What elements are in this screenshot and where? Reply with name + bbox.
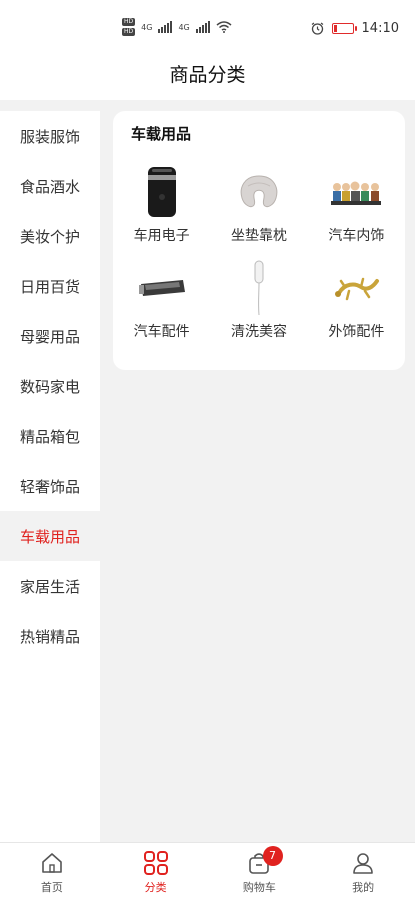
hd-badge-1: HD [122, 18, 136, 26]
subcategory-car-electronics[interactable]: 车用电子 [113, 163, 210, 245]
car-electronics-icon [132, 163, 192, 221]
sidebar-item-electronics[interactable]: 数码家电 [0, 361, 100, 411]
clock-time: 14:10 [361, 21, 399, 36]
subcategory-interior[interactable]: 汽车内饰 [308, 163, 405, 245]
subcategory-grid: 车用电子 坐垫靠枕 汽车内饰 汽车配件 清洗美容 外饰配件 [113, 163, 405, 341]
tab-category[interactable]: 分类 [104, 843, 208, 900]
tab-cart[interactable]: 7 购物车 [208, 843, 312, 900]
parking-number-plate-icon [132, 259, 192, 317]
sidebar-item-accessories[interactable]: 轻奢饰品 [0, 461, 100, 511]
sidebar-item-clothing[interactable]: 服装服饰 [0, 111, 100, 161]
wifi-icon [216, 21, 232, 33]
tab-label-cart: 购物车 [242, 881, 276, 894]
subcategory-label: 坐垫靠枕 [230, 228, 287, 244]
subcategory-cleaning[interactable]: 清洗美容 [210, 259, 307, 341]
user-icon [349, 849, 377, 877]
subcategory-label: 外饰配件 [328, 324, 385, 340]
alarm-icon [311, 22, 323, 35]
sidebar-item-daily-goods[interactable]: 日用百货 [0, 261, 100, 311]
subcategory-car-parts[interactable]: 汽车配件 [113, 259, 210, 341]
status-right: 14:10 [311, 21, 399, 36]
category-grid-icon [142, 849, 170, 877]
tab-profile[interactable]: 我的 [311, 843, 415, 900]
sidebar-item-food-drinks[interactable]: 食品酒水 [0, 161, 100, 211]
network-label-1: 4G [141, 22, 153, 32]
signal-icon [158, 21, 173, 33]
sidebar-item-beauty[interactable]: 美妆个护 [0, 211, 100, 261]
status-bar: HD HD 4G 4G 14:10 [0, 0, 415, 56]
charging-cable-icon [229, 259, 289, 317]
tab-label-category: 分类 [144, 881, 167, 894]
signal-icon-2 [195, 21, 210, 33]
tab-home[interactable]: 首页 [0, 843, 104, 900]
sidebar-item-car[interactable]: 车载用品 [0, 511, 100, 561]
sidebar-item-home[interactable]: 家居生活 [0, 561, 100, 611]
battery-icon [331, 23, 357, 34]
tab-label-profile: 我的 [352, 881, 375, 894]
subcategory-label: 清洗美容 [230, 324, 287, 340]
neck-pillow-icon [229, 163, 289, 221]
car-figurines-icon [326, 163, 386, 221]
bottom-tab-bar: 首页 分类 7 购物车 我的 [0, 842, 415, 900]
subcategory-label: 车用电子 [133, 228, 190, 244]
sidebar-item-hot[interactable]: 热销精品 [0, 611, 100, 661]
tab-label-home: 首页 [40, 881, 63, 894]
page-title: 商品分类 [0, 56, 415, 100]
network-label-2: 4G [178, 22, 190, 32]
category-sidebar: 服装服饰 食品酒水 美妆个护 日用百货 母婴用品 数码家电 精品箱包 轻奢饰品 … [0, 111, 100, 842]
subcategory-label: 汽车内饰 [328, 228, 385, 244]
subcategory-card: 车载用品 车用电子 坐垫靠枕 汽车内饰 汽车配件 清洗美容 外饰配件 [113, 111, 405, 370]
section-title: 车载用品 [131, 125, 192, 143]
subcategory-cushions[interactable]: 坐垫靠枕 [210, 163, 307, 245]
home-icon [38, 849, 66, 877]
hd-indicators: HD HD [122, 18, 136, 36]
sidebar-item-baby[interactable]: 母婴用品 [0, 311, 100, 361]
subcategory-exterior[interactable]: 外饰配件 [308, 259, 405, 341]
cart-badge: 7 [262, 846, 283, 866]
sidebar-item-bags[interactable]: 精品箱包 [0, 411, 100, 461]
gecko-emblem-icon [326, 259, 386, 317]
subcategory-label: 汽车配件 [133, 324, 190, 340]
status-left: HD HD 4G 4G [122, 18, 232, 36]
hd-badge-2: HD [122, 28, 136, 36]
